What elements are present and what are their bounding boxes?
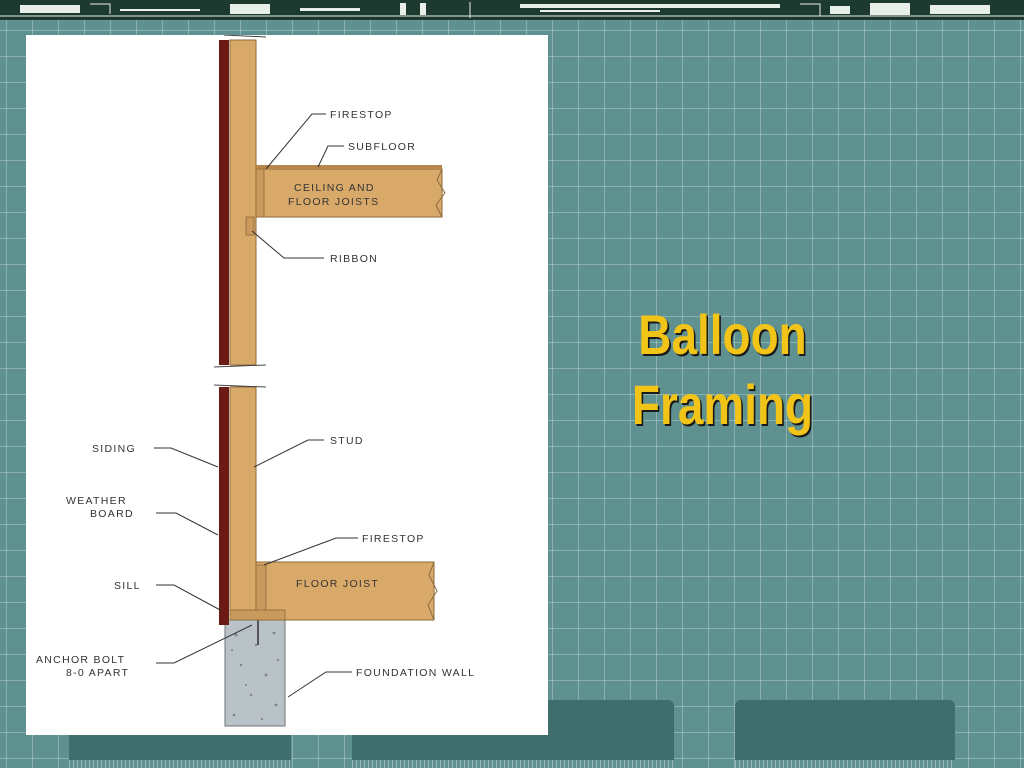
upper-siding-shape: [219, 40, 229, 365]
label-weather: WEATHER: [66, 495, 127, 507]
label-floor-joists: FLOOR JOISTS: [288, 196, 379, 208]
label-sill: SILL: [114, 580, 141, 592]
title-line-1: Balloon: [638, 303, 807, 366]
label-stud: STUD: [330, 435, 364, 447]
label-siding: SIDING: [92, 443, 136, 455]
framing-section-drawing: FIRESTOP SUBFLOOR CEILING AND FLOOR JOIS…: [36, 35, 475, 727]
sill-shape: [229, 609, 286, 621]
label-ribbon: RIBBON: [330, 253, 378, 265]
decorative-circuit-strip: [0, 0, 1024, 20]
upper-stud-shape: [229, 39, 257, 366]
title-line-2: Framing: [631, 373, 814, 436]
lower-firestop-shape: [255, 564, 267, 616]
slide-background: FIRESTOP SUBFLOOR CEILING AND FLOOR JOIS…: [0, 0, 1024, 768]
slide-title: Balloon Framing: [614, 300, 831, 440]
top-break-mark: [223, 35, 267, 38]
lower-siding-shape: [219, 387, 229, 625]
label-anchor-bolt: ANCHOR BOLT: [36, 654, 125, 666]
decorative-tab-right: [735, 700, 955, 768]
label-floor-joist: FLOOR JOIST: [296, 578, 379, 590]
balloon-framing-diagram: FIRESTOP SUBFLOOR CEILING AND FLOOR JOIS…: [26, 35, 548, 735]
foundation-wall-shape: [224, 619, 286, 727]
label-firestop-bottom: FIRESTOP: [362, 533, 425, 545]
label-ceiling-and: CEILING AND: [294, 182, 375, 194]
upper-firestop-shape: [255, 168, 265, 218]
label-subfloor: SUBFLOOR: [348, 141, 416, 153]
label-firestop-top: FIRESTOP: [330, 109, 393, 121]
label-foundation-wall: FOUNDATION WALL: [356, 667, 475, 679]
subfloor-shape: [256, 165, 442, 169]
label-anchor-spacing: 8-0 APART: [66, 667, 129, 679]
label-board: BOARD: [90, 508, 134, 520]
break-marks: [213, 364, 267, 388]
lower-stud-shape: [229, 386, 257, 616]
